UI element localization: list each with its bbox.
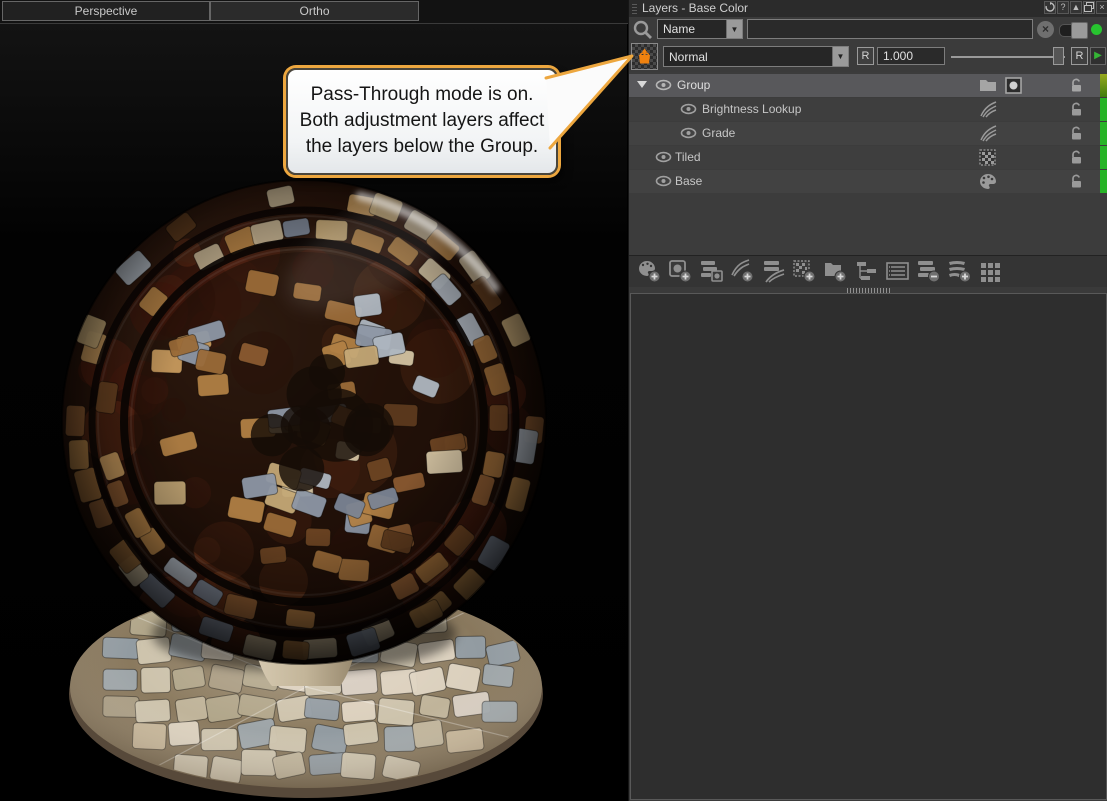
adjustment-curves-icon bbox=[979, 101, 997, 118]
unlock-icon[interactable] bbox=[1069, 149, 1084, 165]
toggle-knob bbox=[1071, 22, 1088, 39]
reset-blend-button[interactable]: R bbox=[857, 47, 874, 65]
callout-text: Pass-Through mode is on. Both adjustment… bbox=[300, 84, 545, 157]
list-view-button[interactable] bbox=[882, 258, 913, 286]
eye-icon[interactable] bbox=[655, 150, 672, 164]
search-filter-value: Name bbox=[658, 22, 726, 36]
blend-row: Normal ▼ R R ▶ bbox=[629, 42, 1107, 72]
layer-name: Brightness Lookup bbox=[702, 102, 801, 116]
callout-tail bbox=[536, 42, 652, 158]
play-icon[interactable]: ▶ bbox=[1090, 47, 1106, 65]
layer-name: Group bbox=[677, 78, 710, 92]
cache-status-strip bbox=[1100, 98, 1107, 121]
cache-status-strip bbox=[1100, 122, 1107, 145]
layer-row-base[interactable]: Base bbox=[629, 170, 1107, 193]
viewport-tab-bar: Perspective Ortho bbox=[0, 0, 628, 24]
layer-row-grade[interactable]: Grade bbox=[629, 122, 1107, 145]
filter-toggle[interactable] bbox=[1059, 24, 1087, 37]
layer-name: Grade bbox=[702, 126, 735, 140]
add-adjustment-stack-button[interactable] bbox=[758, 258, 789, 286]
layer-toolbar bbox=[629, 255, 1107, 287]
reset-amount-button[interactable]: R bbox=[1071, 47, 1088, 65]
merge-layers-button[interactable] bbox=[944, 258, 975, 286]
eye-icon[interactable] bbox=[655, 78, 672, 92]
folder-icon bbox=[979, 77, 997, 93]
tab-ortho-label: Ortho bbox=[299, 4, 329, 18]
search-icon bbox=[632, 19, 654, 41]
search-row: Name ▼ × bbox=[629, 17, 1107, 42]
eye-icon[interactable] bbox=[655, 174, 672, 188]
search-input[interactable] bbox=[747, 19, 1033, 39]
add-group-button[interactable] bbox=[820, 258, 851, 286]
status-dot bbox=[1091, 24, 1102, 35]
add-paint-layer-button[interactable] bbox=[634, 258, 665, 286]
panel-title: Layers - Base Color bbox=[642, 1, 748, 15]
tab-ortho[interactable]: Ortho bbox=[210, 1, 419, 21]
layer-name: Base bbox=[675, 174, 702, 188]
callout-bubble: Pass-Through mode is on. Both adjustment… bbox=[286, 68, 558, 175]
panel-drag-grip-icon[interactable] bbox=[632, 3, 637, 14]
cache-status-strip bbox=[1100, 146, 1107, 169]
unlock-icon[interactable] bbox=[1069, 77, 1084, 93]
layer-list: Group Brightness Lookup bbox=[629, 72, 1107, 255]
unlock-icon[interactable] bbox=[1069, 101, 1084, 117]
clear-search-icon[interactable]: × bbox=[1037, 21, 1054, 38]
layer-graph-button[interactable] bbox=[851, 258, 882, 286]
remove-layer-button[interactable] bbox=[913, 258, 944, 286]
chevron-down-icon: ▼ bbox=[832, 47, 848, 66]
add-procedural-layer-button[interactable] bbox=[789, 258, 820, 286]
eye-icon[interactable] bbox=[680, 126, 697, 140]
chevron-down-icon: ▼ bbox=[726, 20, 742, 38]
eye-icon[interactable] bbox=[680, 102, 697, 116]
search-filter-dropdown[interactable]: Name ▼ bbox=[657, 19, 743, 39]
blend-mode-dropdown[interactable]: Normal ▼ bbox=[663, 46, 849, 67]
float-window-icon[interactable] bbox=[1083, 1, 1095, 14]
amount-field[interactable] bbox=[877, 47, 945, 65]
procedural-checker-icon bbox=[979, 149, 996, 166]
unlock-icon[interactable] bbox=[1069, 173, 1084, 189]
amount-slider-track[interactable] bbox=[951, 56, 1065, 58]
layer-row-group[interactable]: Group bbox=[629, 74, 1107, 97]
tab-perspective[interactable]: Perspective bbox=[2, 1, 210, 21]
adjustment-curves-icon bbox=[979, 125, 997, 142]
panel-header: Layers - Base Color ? ▲ × bbox=[629, 0, 1107, 18]
unlock-icon[interactable] bbox=[1069, 125, 1084, 141]
grid-view-button[interactable] bbox=[975, 258, 1006, 286]
add-mask-button[interactable] bbox=[665, 258, 696, 286]
layer-row-brightness-lookup[interactable]: Brightness Lookup bbox=[629, 98, 1107, 121]
blend-mode-value: Normal bbox=[664, 50, 832, 64]
add-mask-stack-button[interactable] bbox=[696, 258, 727, 286]
help-icon[interactable]: ? bbox=[1057, 1, 1069, 14]
close-icon[interactable]: × bbox=[1096, 1, 1107, 14]
collapse-icon[interactable]: ▲ bbox=[1070, 1, 1082, 14]
mask-thumbnail-icon[interactable] bbox=[1005, 77, 1022, 94]
refresh-icon[interactable] bbox=[1044, 1, 1056, 14]
add-adjustment-layer-button[interactable] bbox=[727, 258, 758, 286]
layers-panel: Layers - Base Color ? ▲ × Name ▼ × bbox=[628, 0, 1107, 801]
layer-name: Tiled bbox=[675, 150, 701, 164]
paint-palette-icon bbox=[979, 173, 997, 190]
cache-status-strip bbox=[1100, 170, 1107, 193]
tab-perspective-label: Perspective bbox=[75, 4, 138, 18]
lower-empty-panel bbox=[630, 293, 1107, 800]
cache-status-strip bbox=[1100, 74, 1107, 97]
layer-row-tiled[interactable]: Tiled bbox=[629, 146, 1107, 169]
amount-slider-handle[interactable] bbox=[1053, 47, 1064, 65]
